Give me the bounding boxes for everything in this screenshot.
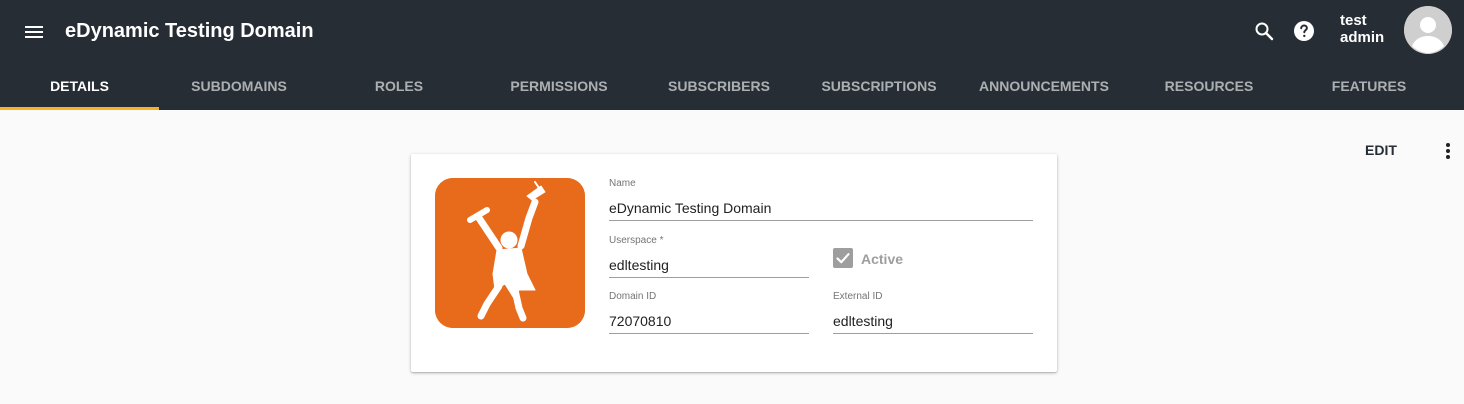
tab-resources[interactable]: RESOURCES [1129, 62, 1289, 110]
name-field: Name [609, 178, 1033, 230]
more-options-button[interactable] [1436, 139, 1460, 163]
graduate-logo-icon [435, 178, 585, 328]
help-icon [1294, 21, 1314, 41]
user-name[interactable]: test admin [1340, 12, 1384, 46]
top-app-bar: eDynamic Testing Domain test admin DETAI… [0, 0, 1464, 110]
name-label: Name [609, 178, 636, 189]
help-button[interactable] [1292, 19, 1316, 43]
domain-id-field: Domain ID [609, 291, 809, 343]
user-name-first: test [1340, 12, 1367, 29]
domain-logo [435, 178, 585, 328]
app-title: eDynamic Testing Domain [65, 20, 314, 42]
menu-icon [25, 26, 43, 38]
avatar[interactable] [1404, 6, 1452, 54]
name-input[interactable] [609, 196, 1033, 221]
user-name-second: admin [1340, 29, 1385, 46]
tab-bar: DETAILS SUBDOMAINS ROLES PERMISSIONS SUB… [0, 62, 1464, 110]
domain-details-card: Name Userspace * Active Domain ID Extern… [411, 154, 1057, 372]
external-id-field: External ID [833, 291, 1033, 343]
userspace-label: Userspace * [609, 235, 664, 246]
tab-features[interactable]: FEATURES [1289, 62, 1449, 110]
tab-details[interactable]: DETAILS [0, 62, 159, 110]
domain-id-label: Domain ID [609, 291, 657, 302]
domain-id-input[interactable] [609, 309, 809, 334]
tab-permissions[interactable]: PERMISSIONS [479, 62, 639, 110]
more-vert-icon [1446, 143, 1450, 159]
tab-subdomains[interactable]: SUBDOMAINS [159, 62, 319, 110]
search-icon [1255, 22, 1274, 41]
account-icon [1404, 6, 1452, 54]
active-tab-indicator [0, 107, 159, 110]
active-label: Active [861, 251, 904, 267]
active-checkbox[interactable] [833, 248, 853, 268]
userspace-field: Userspace * [609, 235, 809, 287]
check-icon [836, 253, 850, 264]
tab-subscribers[interactable]: SUBSCRIBERS [639, 62, 799, 110]
external-id-input[interactable] [833, 309, 1033, 334]
edit-button[interactable]: EDIT [1352, 136, 1410, 164]
tab-roles[interactable]: ROLES [319, 62, 479, 110]
external-id-label: External ID [833, 291, 883, 302]
tab-subscriptions[interactable]: SUBSCRIPTIONS [799, 62, 959, 110]
search-button[interactable] [1252, 19, 1276, 43]
menu-button[interactable] [22, 20, 46, 44]
userspace-input[interactable] [609, 253, 809, 278]
tab-announcements[interactable]: ANNOUNCEMENTS [959, 62, 1129, 110]
